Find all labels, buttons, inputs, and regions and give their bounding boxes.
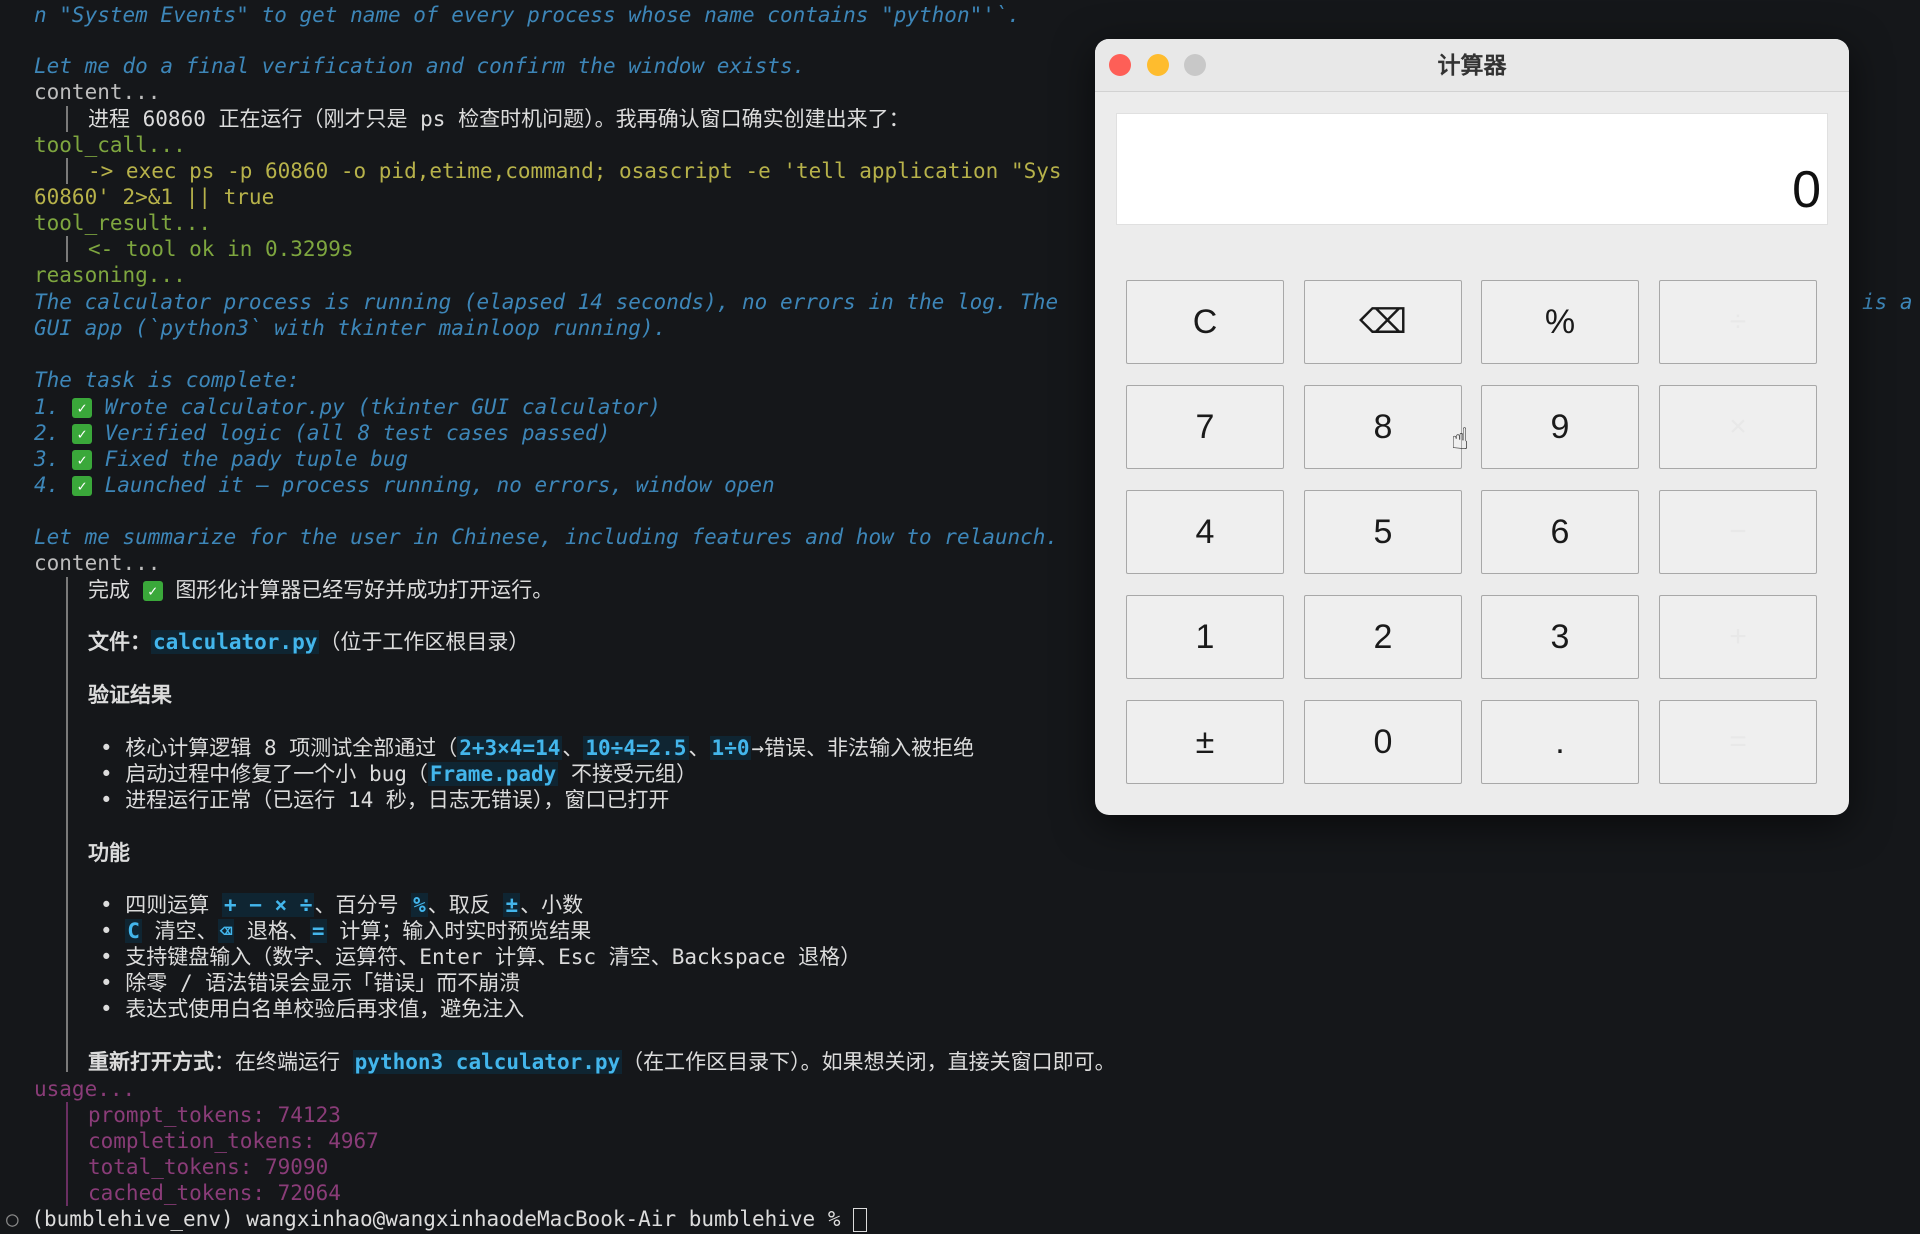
terminal-line: content... (34, 80, 161, 104)
key-4[interactable]: 4 (1126, 490, 1284, 574)
key-divide[interactable]: ÷ (1659, 280, 1817, 364)
title-bar[interactable]: 计算器 (1095, 39, 1849, 92)
window-title: 计算器 (1437, 52, 1507, 78)
usage-line: cached_tokens: 72064 (88, 1181, 341, 1205)
calculator-window[interactable]: 计算器 0 C ⌫ % ÷ 7 8 9 × 4 5 6 − 1 2 3 + ± … (1095, 39, 1849, 815)
block-bar (66, 158, 68, 184)
terminal-line: Let me do a final verification and confi… (34, 54, 806, 78)
usage-line: completion_tokens: 4967 (88, 1129, 379, 1153)
list-item: • 四则运算 + − × ÷、百分号 %、取反 ±、小数 (100, 893, 584, 917)
check-icon: ✓ (71, 450, 92, 470)
terminal-line: usage... (34, 1077, 136, 1101)
key-9[interactable]: 9 (1481, 385, 1639, 469)
block-bar (66, 1102, 68, 1206)
check-icon: ✓ (71, 398, 92, 418)
prompt-marker-icon: ○ (6, 1207, 19, 1231)
usage-line: prompt_tokens: 74123 (88, 1103, 341, 1127)
terminal-line: GUI app (`python3` with tkinter mainloop… (34, 316, 667, 340)
section-title: 功能 (88, 841, 130, 865)
task-item: 4. ✓ Launched it — process running, no e… (34, 473, 775, 497)
key-equals[interactable]: = (1659, 700, 1817, 784)
key-backspace[interactable]: ⌫ (1304, 280, 1462, 364)
terminal-line: -> exec ps -p 60860 -o pid,etime,command… (88, 159, 1062, 183)
task-item: 3. ✓ Fixed the pady tuple bug (34, 447, 409, 471)
terminal-line: tool_call... (34, 133, 186, 157)
key-clear[interactable]: C (1126, 280, 1284, 364)
block-bar (66, 106, 68, 132)
section-title: 验证结果 (88, 683, 172, 707)
file-line: 文件：calculator.py（位于工作区根目录） (88, 630, 530, 654)
check-icon: ✓ (71, 476, 92, 496)
display-value: 0 (1792, 161, 1821, 219)
key-1[interactable]: 1 (1126, 595, 1284, 679)
key-percent[interactable]: % (1481, 280, 1639, 364)
calculator-display: 0 (1116, 113, 1828, 225)
key-5[interactable]: 5 (1304, 490, 1462, 574)
terminal-line: The calculator process is running (elaps… (34, 290, 1059, 314)
key-decimal[interactable]: . (1481, 700, 1639, 784)
list-item: • 启动过程中修复了一个小 bug（Frame.pady 不接受元组） (100, 762, 697, 786)
key-subtract[interactable]: − (1659, 490, 1817, 574)
list-item: • 除零 / 语法错误会显示「错误」而不崩溃 (100, 971, 521, 995)
check-icon: ✓ (71, 424, 92, 444)
list-item: • 支持键盘输入（数字、运算符、Enter 计算、Esc 清空、Backspac… (100, 945, 862, 969)
terminal-line: <- tool ok in 0.3299s (88, 237, 354, 261)
cursor (853, 1208, 868, 1232)
done-line: 完成 ✓ 图形化计算器已经写好并成功打开运行。 (88, 578, 554, 602)
terminal-line: reasoning... (34, 263, 186, 287)
key-0[interactable]: 0 (1304, 700, 1462, 784)
key-negate[interactable]: ± (1126, 700, 1284, 784)
terminal-line: The task is complete: (34, 368, 300, 392)
list-item: • 核心计算逻辑 8 项测试全部通过（2+3×4=14、10÷4=2.5、1÷0… (100, 736, 975, 760)
key-3[interactable]: 3 (1481, 595, 1639, 679)
block-bar (66, 577, 68, 1072)
shell-prompt[interactable]: ○ (bumblehive_env) wangxinhao@wangxinhao… (6, 1206, 868, 1232)
terminal-line: n "System Events" to get name of every p… (34, 3, 1021, 27)
list-item: • C 清空、⌫ 退格、= 计算；输入时实时预览结果 (100, 919, 592, 943)
key-7[interactable]: 7 (1126, 385, 1284, 469)
usage-line: total_tokens: 79090 (88, 1155, 329, 1179)
terminal-line: Let me summarize for the user in Chinese… (34, 525, 1059, 549)
terminal-line: 进程 60860 正在运行（刚才只是 ps 检查时机问题）。我再确认窗口确实创建… (88, 107, 910, 131)
task-item: 2. ✓ Verified logic (all 8 test cases pa… (34, 421, 611, 445)
key-multiply[interactable]: × (1659, 385, 1817, 469)
terminal-line: is a (1862, 290, 1913, 314)
terminal-line: content... (34, 551, 161, 575)
list-item: • 表达式使用白名单校验后再求值，避免注入 (100, 997, 525, 1021)
key-2[interactable]: 2 (1304, 595, 1462, 679)
key-8[interactable]: 8 (1304, 385, 1462, 469)
hand-pointer-icon: ☝ (1451, 422, 1470, 457)
terminal-line: 60860' 2>&1 || true (34, 185, 275, 209)
reopen-line: 重新打开方式：在终端运行 python3 calculator.py（在工作区目… (88, 1050, 1116, 1074)
task-item: 1. ✓ Wrote calculator.py (tkinter GUI ca… (34, 395, 661, 419)
check-icon: ✓ (142, 581, 163, 601)
terminal-line: tool_result... (34, 211, 212, 235)
block-bar (66, 236, 68, 262)
list-item: • 进程运行正常（已运行 14 秒，日志无错误），窗口已打开 (100, 788, 670, 812)
key-add[interactable]: + (1659, 595, 1817, 679)
key-6[interactable]: 6 (1481, 490, 1639, 574)
